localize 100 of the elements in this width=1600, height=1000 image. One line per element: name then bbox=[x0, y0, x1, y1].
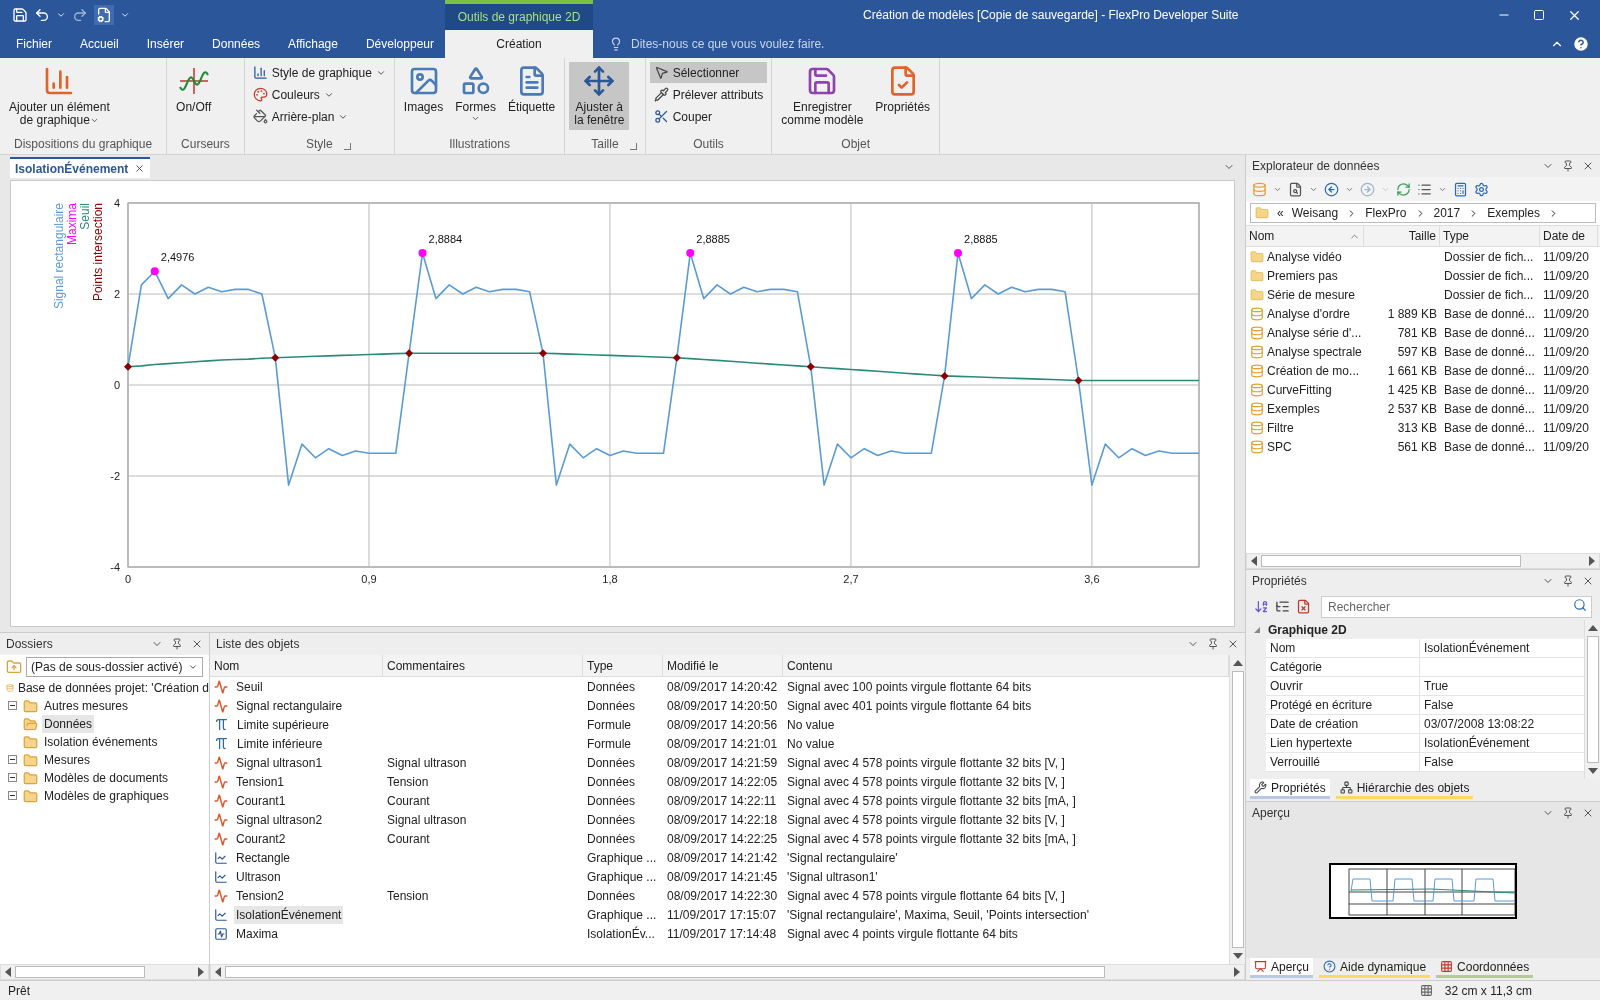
tree-icon[interactable] bbox=[1275, 598, 1290, 614]
object-name[interactable]: Ultrason bbox=[234, 867, 283, 886]
pin-icon[interactable] bbox=[1562, 575, 1574, 587]
expand-icon[interactable] bbox=[8, 700, 17, 710]
tree-item[interactable]: Modèles de documents bbox=[42, 769, 171, 787]
expand-icon[interactable] bbox=[8, 772, 17, 782]
file-name[interactable]: Analyse vidéo bbox=[1267, 247, 1342, 266]
file-name[interactable]: Analyse d'ordre bbox=[1267, 304, 1350, 323]
ribbon-tab[interactable]: Fichier bbox=[2, 30, 66, 58]
dialog-launcher-icon[interactable] bbox=[343, 143, 351, 150]
file-x-icon[interactable] bbox=[1296, 598, 1311, 614]
object-name[interactable]: Courant2 bbox=[234, 829, 288, 848]
horizontal-scrollbar[interactable] bbox=[0, 964, 209, 980]
close-icon[interactable] bbox=[134, 163, 146, 174]
settings-icon[interactable] bbox=[1474, 181, 1489, 197]
tree-item[interactable]: Modèles de graphiques bbox=[42, 787, 171, 805]
ribbon-button[interactable]: Sélectionner bbox=[649, 62, 768, 83]
breadcrumb-item[interactable]: 2017 bbox=[1433, 204, 1461, 222]
ribbon-button[interactable]: On/Off bbox=[171, 62, 217, 130]
vertical-scrollbar[interactable] bbox=[1584, 620, 1600, 779]
ribbon-button[interactable]: Arrière-plan bbox=[248, 106, 390, 127]
file-name[interactable]: Série de mesure bbox=[1267, 285, 1356, 304]
object-name[interactable]: Courant1 bbox=[234, 791, 288, 810]
customize-icon[interactable] bbox=[120, 10, 130, 20]
list-view-icon[interactable] bbox=[1417, 181, 1432, 197]
ribbon-tab[interactable]: Affichage bbox=[274, 30, 352, 58]
object-name[interactable]: Limite supérieure bbox=[235, 715, 332, 734]
close-icon[interactable] bbox=[1582, 575, 1594, 587]
ribbon-button[interactable]: Couper bbox=[649, 106, 768, 127]
breadcrumb-item[interactable]: Weisang bbox=[1291, 204, 1339, 222]
ribbon-button[interactable]: Images bbox=[398, 62, 449, 130]
property-value[interactable]: IsolationÉvénement bbox=[1424, 639, 1530, 657]
calculator-icon[interactable] bbox=[1453, 181, 1468, 197]
help-icon[interactable] bbox=[1572, 35, 1590, 53]
close-icon[interactable] bbox=[1227, 638, 1239, 650]
overflow-chevrons[interactable]: « bbox=[1277, 204, 1284, 222]
column-header[interactable]: Type bbox=[583, 655, 663, 676]
panel-tab[interactable]: Propriétés bbox=[1250, 779, 1330, 799]
property-value[interactable]: IsolationÉvénement bbox=[1424, 734, 1530, 752]
caret-icon[interactable] bbox=[56, 10, 66, 20]
tree-item[interactable]: Base de données projet: 'Création d bbox=[17, 679, 209, 697]
file-name[interactable]: Exemples bbox=[1267, 399, 1320, 418]
file-name[interactable]: Création de mo... bbox=[1267, 361, 1360, 380]
save-icon[interactable] bbox=[12, 7, 28, 23]
tell-me-field[interactable]: Dites-nous ce que vous voulez faire. bbox=[631, 35, 891, 53]
object-name[interactable]: IsolationÉvénement bbox=[234, 905, 344, 924]
column-header[interactable]: Date de bbox=[1540, 226, 1598, 246]
column-header[interactable]: Nom bbox=[210, 655, 383, 676]
file-search-icon[interactable] bbox=[1288, 181, 1303, 197]
file-name[interactable]: Premiers pas bbox=[1267, 266, 1338, 285]
ribbon-button[interactable]: Ajouter un élément de graphique bbox=[4, 62, 115, 130]
vertical-scrollbar[interactable] bbox=[1229, 655, 1245, 964]
object-name[interactable]: Seuil bbox=[234, 677, 265, 696]
property-value[interactable]: 03/07/2008 13:08:22 bbox=[1424, 715, 1535, 733]
file-name[interactable]: CurveFitting bbox=[1267, 380, 1332, 399]
object-name[interactable]: Tension2 bbox=[234, 886, 287, 905]
tree-item[interactable]: Autres mesures bbox=[42, 697, 131, 715]
search-field[interactable]: Rechercher bbox=[1321, 596, 1592, 618]
panel-tab[interactable]: Hiérarchie des objets bbox=[1335, 779, 1474, 799]
ribbon-button[interactable]: Étiquette bbox=[502, 62, 561, 130]
pin-icon[interactable] bbox=[1562, 807, 1574, 819]
ribbon-tab[interactable]: Développeur bbox=[351, 30, 448, 58]
ribbon-button[interactable]: Style de graphique bbox=[248, 62, 390, 83]
horizontal-scrollbar[interactable] bbox=[1246, 553, 1600, 569]
ribbon-button[interactable]: Prélever attributs bbox=[649, 84, 768, 105]
close-icon[interactable] bbox=[1582, 807, 1594, 819]
breadcrumb-item[interactable]: Exemples bbox=[1487, 204, 1540, 222]
pin-icon[interactable] bbox=[1562, 160, 1574, 172]
pin-icon[interactable] bbox=[1207, 638, 1219, 650]
tree-item[interactable]: Mesures bbox=[42, 751, 92, 769]
object-name[interactable]: Maxima bbox=[234, 924, 280, 943]
column-header[interactable]: Commentaires bbox=[383, 655, 583, 676]
breadcrumb-item[interactable]: FlexPro bbox=[1365, 204, 1407, 222]
object-name[interactable]: Signal ultrason1 bbox=[234, 753, 325, 772]
property-value[interactable]: False bbox=[1424, 753, 1454, 771]
ribbon-tab[interactable]: Insérer bbox=[132, 30, 199, 58]
ribbon-tab[interactable]: Données bbox=[198, 30, 275, 58]
search-icon[interactable] bbox=[1573, 598, 1587, 612]
expand-icon[interactable] bbox=[8, 790, 17, 800]
file-name[interactable]: SPC bbox=[1267, 437, 1292, 456]
column-header[interactable]: Nom bbox=[1246, 226, 1364, 246]
panel-tab[interactable]: Aperçu bbox=[1250, 958, 1314, 978]
tree-item[interactable]: Données bbox=[42, 715, 95, 733]
column-header[interactable]: Taille bbox=[1364, 226, 1440, 246]
horizontal-scrollbar[interactable] bbox=[210, 964, 1245, 980]
undo-icon[interactable] bbox=[34, 7, 50, 23]
folder-filter-dropdown[interactable]: (Pas de sous-dossier activé) bbox=[26, 657, 203, 677]
object-name[interactable]: Signal rectangulaire bbox=[234, 696, 345, 715]
sort-az-icon[interactable] bbox=[1254, 598, 1269, 614]
close-icon[interactable] bbox=[191, 638, 203, 650]
ribbon-button[interactable]: Enregistrer comme modèle bbox=[776, 62, 869, 130]
file-name[interactable]: Analyse série d'... bbox=[1267, 323, 1362, 342]
ribbon-tab[interactable]: Accueil bbox=[66, 30, 133, 58]
file-name[interactable]: Filtre bbox=[1267, 418, 1294, 437]
object-name[interactable]: Rectangle bbox=[234, 848, 293, 867]
refresh-document-button[interactable] bbox=[94, 5, 114, 25]
collapse-triangle-icon[interactable] bbox=[1254, 626, 1260, 633]
file-name[interactable]: Analyse spectrale bbox=[1267, 342, 1362, 361]
column-header[interactable]: Modifié le bbox=[663, 655, 783, 676]
ribbon-button[interactable]: Formes bbox=[450, 62, 501, 130]
